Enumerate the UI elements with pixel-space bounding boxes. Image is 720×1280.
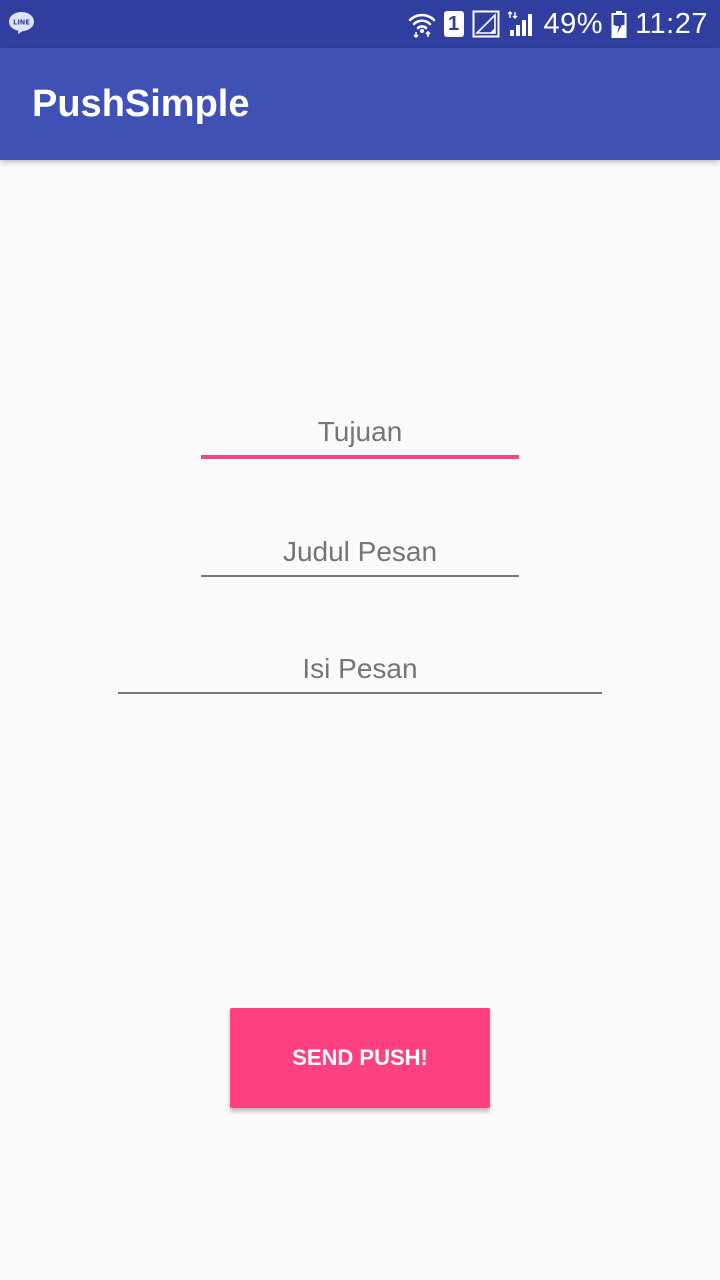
battery-charging-icon <box>611 11 627 38</box>
line-icon-text: LINE <box>13 18 30 26</box>
wifi-icon <box>408 13 435 38</box>
judul-pesan-underline <box>201 575 519 577</box>
line-app-icon: LINE <box>9 12 34 34</box>
tujuan-underline <box>201 455 519 459</box>
isi-pesan-placeholder: Isi Pesan <box>302 653 418 684</box>
app-bar: PushSimple <box>0 48 720 160</box>
status-icons: 1 49% 11:27 <box>400 0 708 48</box>
isi-pesan-underline <box>118 692 602 694</box>
sim-1-icon: 1 <box>443 11 464 37</box>
tujuan-input[interactable]: Tujuan <box>201 414 519 459</box>
judul-pesan-input[interactable]: Judul Pesan <box>201 534 519 577</box>
status-bar: LINE 1 49% 11:27 <box>0 0 720 48</box>
isi-pesan-input[interactable]: Isi Pesan <box>118 651 602 694</box>
app-title: PushSimple <box>32 83 250 125</box>
judul-pesan-placeholder: Judul Pesan <box>282 536 438 567</box>
tujuan-placeholder: Tujuan <box>317 416 403 447</box>
send-push-button[interactable]: SEND PUSH! <box>230 1008 490 1108</box>
status-time: 11:27 <box>635 7 708 40</box>
no-signal-icon <box>472 10 500 38</box>
battery-percent: 49% <box>543 7 604 40</box>
cell-signal-icon <box>507 11 532 36</box>
